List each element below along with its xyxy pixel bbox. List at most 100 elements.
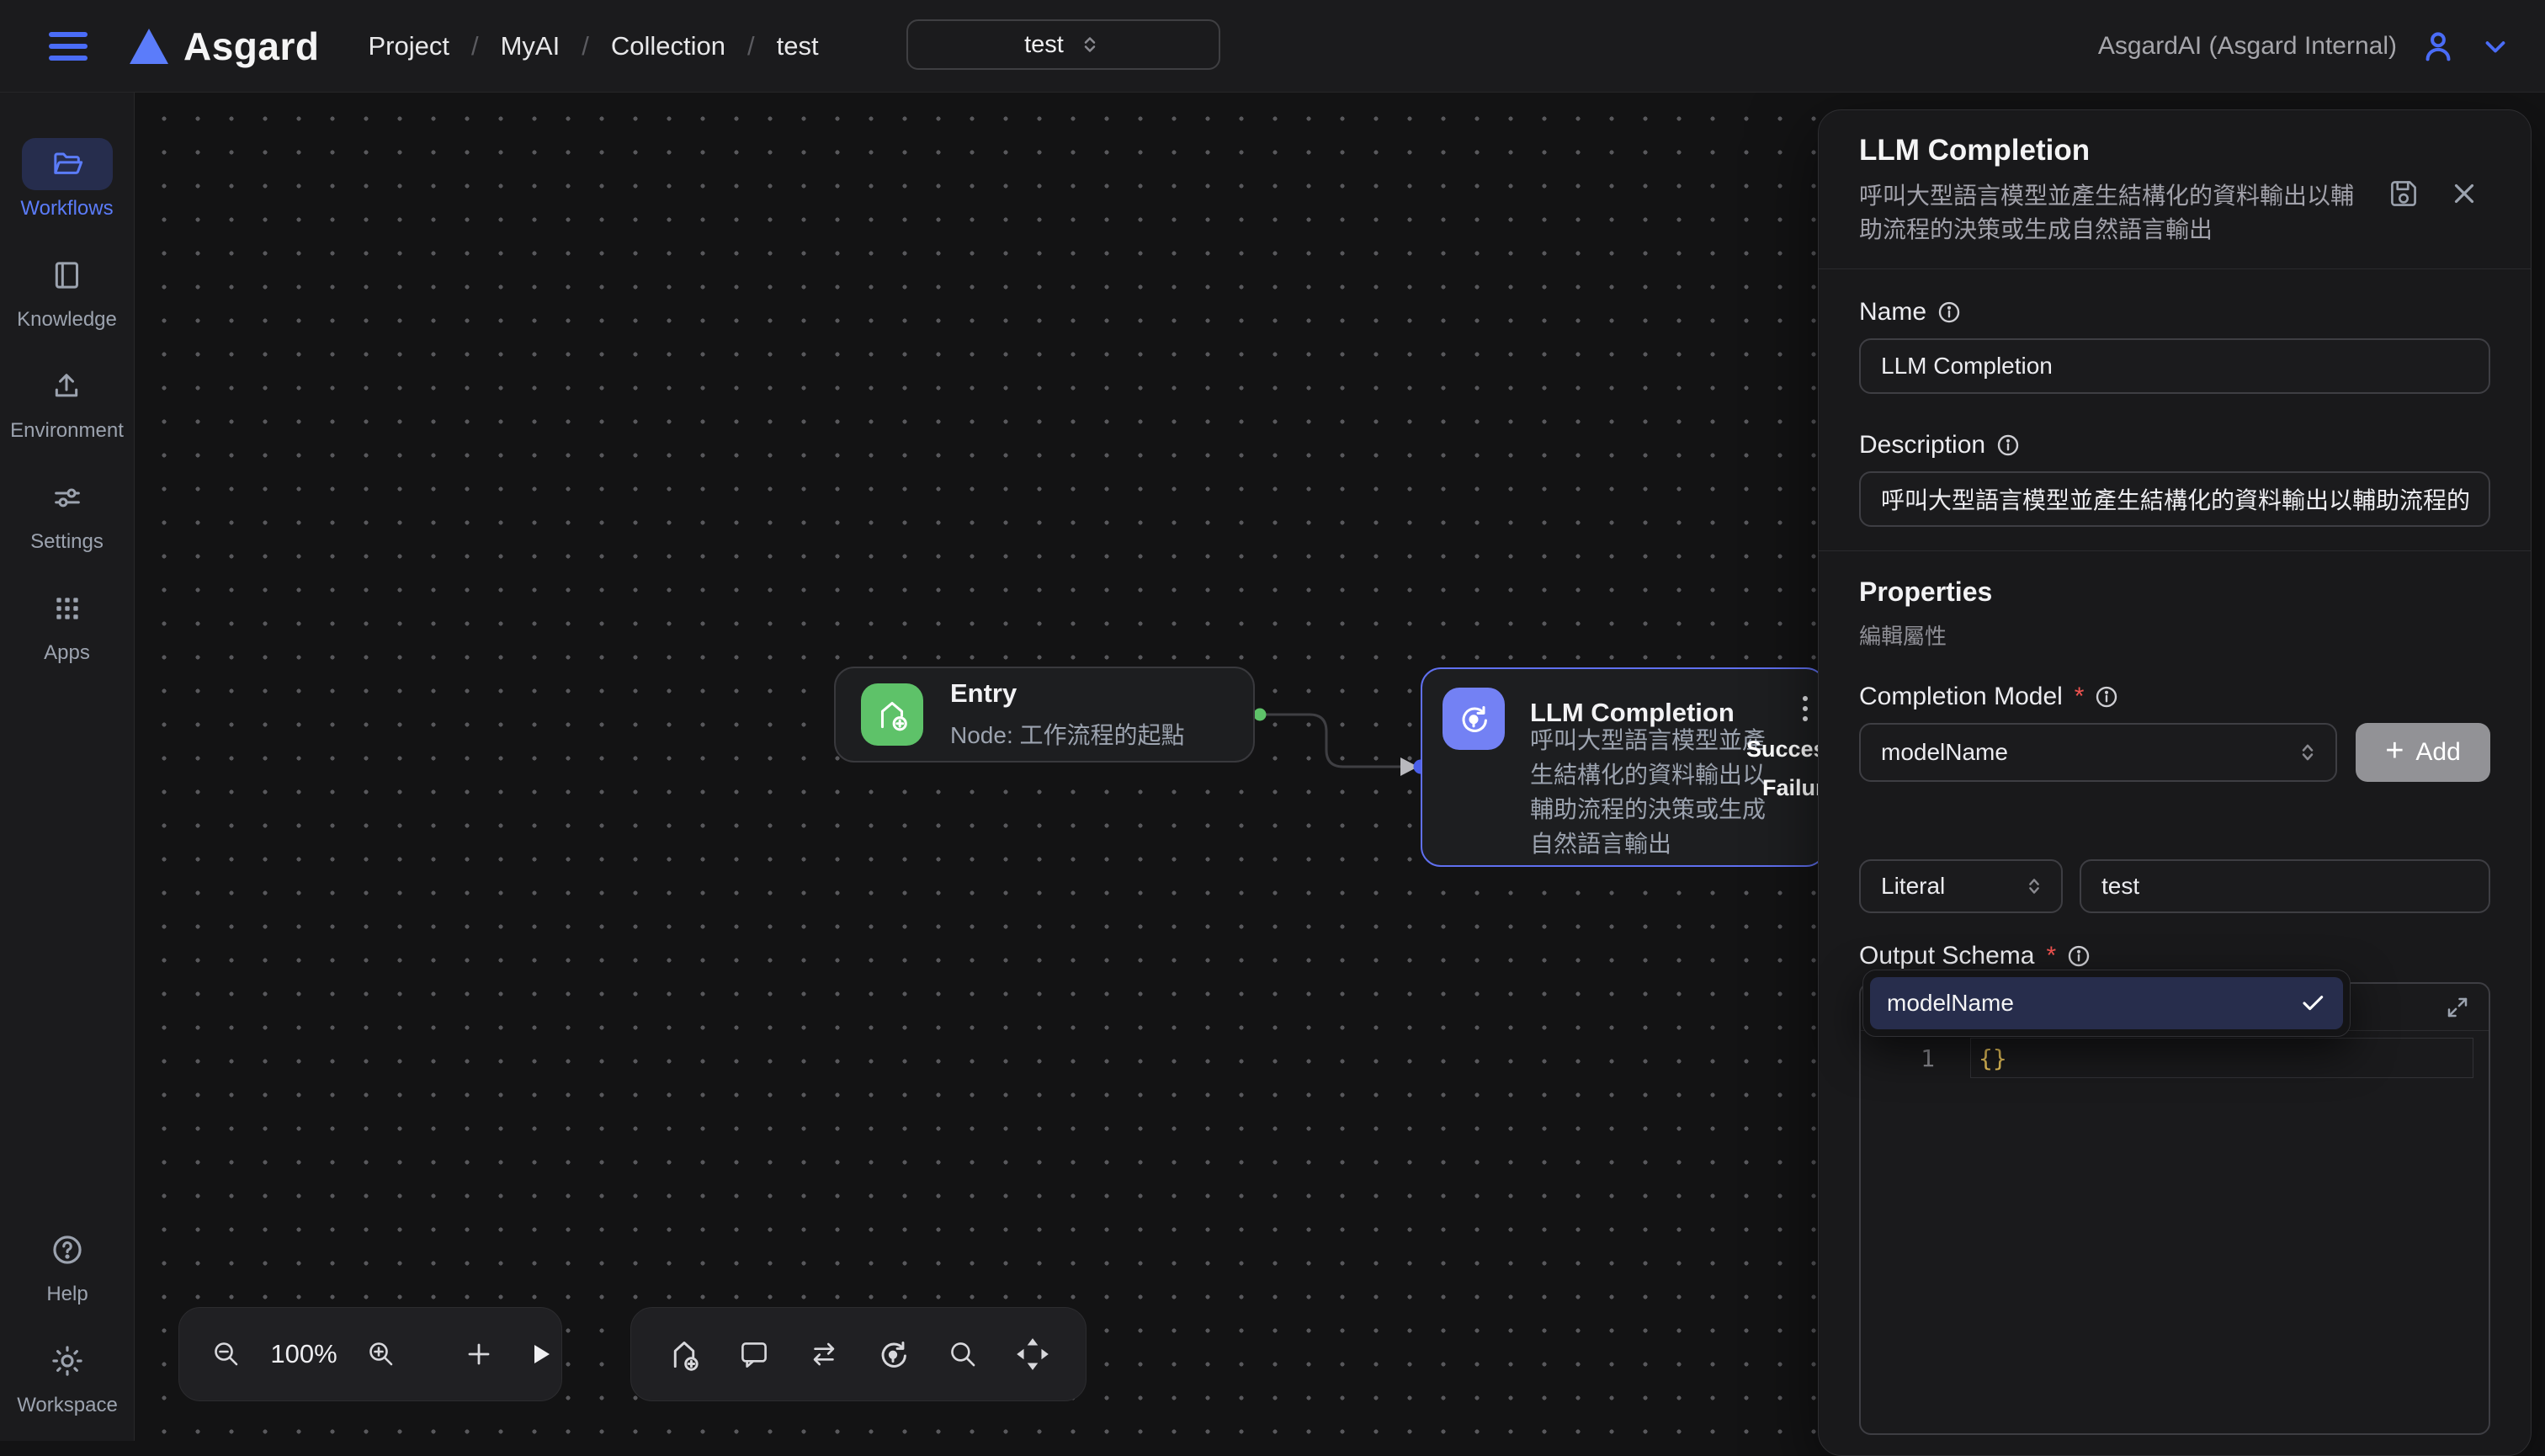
breadcrumb-separator: /	[582, 31, 589, 61]
model-value-input[interactable]	[2080, 859, 2490, 913]
workflow-selector[interactable]: test	[906, 19, 1220, 70]
properties-subtitle: 編輯屬性	[1859, 619, 2490, 651]
completion-model-label: Completion Model *	[1859, 683, 2490, 711]
check-icon	[2299, 990, 2326, 1017]
workflow-selector-value: test	[1024, 31, 1064, 59]
zoom-out-button[interactable]	[208, 1336, 245, 1373]
sidebar-item-workspace[interactable]: Workspace	[17, 1335, 118, 1417]
sidebar-item-settings[interactable]: Settings	[22, 471, 113, 554]
fit-view-diamond-icon	[1013, 1335, 1052, 1374]
plus-icon: +	[2385, 735, 2404, 767]
comment-icon	[735, 1335, 773, 1374]
editor-code[interactable]: {}	[1979, 1039, 2007, 1078]
panel-title: LLM Completion	[1859, 134, 2490, 167]
node-entry[interactable]: Entry Node: 工作流程的起點	[834, 667, 1255, 763]
add-entry-node-button[interactable]	[665, 1335, 704, 1374]
user-icon[interactable]	[2419, 27, 2457, 66]
description-field-label: Description	[1859, 431, 2490, 460]
output-schema-editor[interactable]: Editor 1 {}	[1859, 982, 2490, 1435]
home-plus-icon	[873, 695, 911, 734]
canvas-zoom-toolbar: 100%	[178, 1307, 562, 1401]
editor-current-line-highlight	[1970, 1038, 2473, 1078]
chevron-down-icon[interactable]	[2479, 30, 2511, 62]
properties-title: Properties	[1859, 577, 2490, 608]
breadcrumb: Project / MyAI / Collection / test	[368, 31, 818, 61]
output-schema-label: Output Schema *	[1859, 942, 2490, 970]
description-input[interactable]	[1859, 471, 2490, 527]
sidebar-item-label: Environment	[10, 419, 124, 443]
chevron-up-down-icon	[2022, 874, 2046, 898]
refresh-dot-icon	[874, 1335, 912, 1374]
swap-arrows-icon	[805, 1335, 843, 1374]
search-icon	[943, 1335, 982, 1374]
sidebar-item-workflows[interactable]: Workflows	[20, 138, 113, 221]
add-node-button[interactable]	[460, 1336, 497, 1373]
llm-node-icon	[1443, 688, 1505, 750]
breadcrumb-myai[interactable]: MyAI	[501, 31, 561, 61]
dropdown-item-modelname[interactable]: modelName	[1870, 977, 2343, 1029]
breadcrumb-separator: /	[471, 31, 479, 61]
close-panel-button[interactable]	[2448, 178, 2480, 210]
sidebar-item-label: Workspace	[17, 1394, 118, 1417]
asgard-logo-icon	[130, 29, 168, 64]
sidebar-item-apps[interactable]: Apps	[22, 582, 113, 665]
edge-arrowhead	[1400, 757, 1418, 776]
zoom-out-icon	[208, 1336, 245, 1373]
panel-divider	[1819, 268, 2531, 269]
gear-icon	[50, 1343, 85, 1379]
completion-model-select-value: modelName	[1881, 739, 2008, 766]
chevron-up-down-icon	[2295, 740, 2320, 765]
plus-icon	[460, 1336, 497, 1373]
info-icon[interactable]	[1937, 300, 1962, 325]
swap-connections-button[interactable]	[805, 1335, 843, 1374]
save-floppy-icon	[2384, 174, 2423, 213]
node-llm-completion[interactable]: LLM Completion 呼叫大型語言模型並產生結構化的資料輸出以輔助流程的…	[1421, 667, 1826, 867]
info-icon[interactable]	[2066, 943, 2091, 969]
breadcrumb-separator: /	[747, 31, 755, 61]
save-button[interactable]	[2384, 174, 2423, 213]
zoom-in-button[interactable]	[363, 1336, 400, 1373]
sidebar-item-label: Help	[46, 1283, 88, 1306]
literal-type-select[interactable]: Literal	[1859, 859, 2063, 913]
node-menu-kebab-icon[interactable]	[1803, 691, 1809, 726]
breadcrumb-project[interactable]: Project	[368, 31, 449, 61]
entry-node-icon	[861, 683, 923, 746]
top-bar: Asgard Project / MyAI / Collection / tes…	[0, 0, 2545, 93]
sidebar-item-environment[interactable]: Environment	[10, 360, 124, 443]
zoom-in-icon	[363, 1336, 400, 1373]
comment-button[interactable]	[735, 1335, 773, 1374]
completion-model-select[interactable]: modelName	[1859, 723, 2337, 782]
fit-view-button[interactable]	[1013, 1335, 1052, 1374]
home-plus-icon	[665, 1335, 704, 1374]
name-field-label: Name	[1859, 298, 2490, 327]
entry-node-subtitle: Node: 工作流程的起點	[950, 717, 1185, 751]
name-input[interactable]	[1859, 338, 2490, 394]
info-icon[interactable]	[1995, 433, 2021, 458]
auto-layout-button[interactable]	[874, 1335, 912, 1374]
chevron-up-down-icon	[1077, 32, 1102, 57]
breadcrumb-collection[interactable]: Collection	[611, 31, 725, 61]
help-icon	[50, 1232, 85, 1267]
sliders-icon	[50, 481, 84, 514]
brand-title: Asgard	[183, 24, 319, 69]
refresh-dot-icon	[1454, 699, 1493, 738]
required-marker: *	[2075, 683, 2085, 711]
menu-hamburger-icon[interactable]	[49, 32, 88, 61]
breadcrumb-test[interactable]: test	[777, 31, 819, 61]
search-canvas-button[interactable]	[943, 1335, 982, 1374]
sidebar-item-label: Knowledge	[17, 308, 117, 332]
sidebar: Workflows Knowledge Environment Settings	[0, 93, 135, 1441]
panel-divider	[1819, 550, 2531, 551]
book-icon	[50, 258, 83, 292]
sidebar-item-knowledge[interactable]: Knowledge	[17, 249, 117, 332]
sidebar-item-label: Apps	[44, 641, 90, 665]
editor-line-number: 1	[1861, 1039, 1969, 1078]
add-model-button[interactable]: + Add	[2356, 723, 2490, 782]
upload-icon	[50, 369, 83, 403]
expand-icon[interactable]	[2445, 995, 2470, 1020]
run-workflow-button[interactable]	[521, 1336, 558, 1373]
sidebar-item-label: Settings	[30, 530, 104, 554]
apps-grid-icon	[51, 592, 83, 624]
info-icon[interactable]	[2094, 684, 2119, 709]
sidebar-item-help[interactable]: Help	[22, 1224, 113, 1306]
